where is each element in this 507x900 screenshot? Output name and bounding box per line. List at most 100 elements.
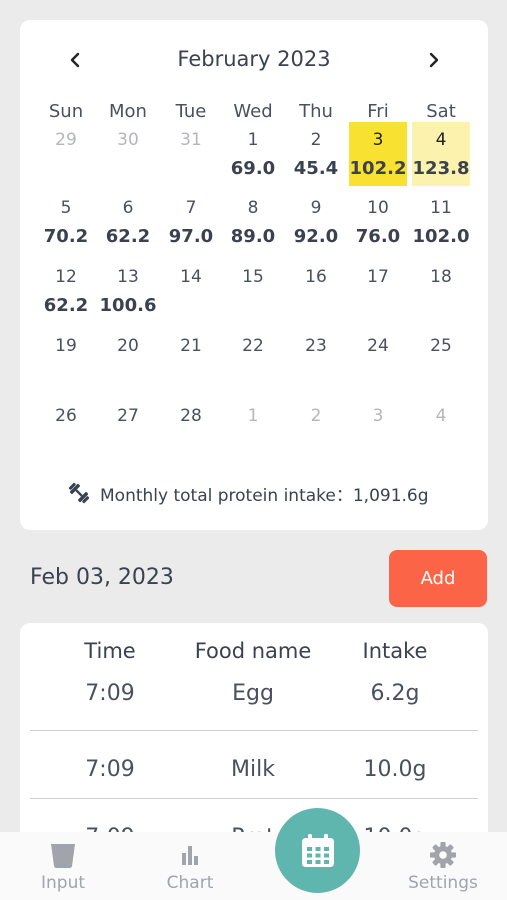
calendar-day[interactable]: 3 [349,398,407,462]
day-number: 28 [180,406,202,426]
row-time: 7:09 [85,757,135,783]
weekday-label: Thu [299,101,333,122]
day-number: 15 [242,267,264,287]
calendar-day[interactable]: 31 [162,122,220,186]
day-number: 22 [242,336,264,356]
calendar-fab[interactable] [275,808,360,893]
weekday-label: Fri [367,101,389,122]
header-food-name: Food name [194,639,312,663]
nav-input[interactable]: Input [8,832,118,900]
calendar-day[interactable]: 4 [412,398,470,462]
day-number: 29 [55,130,77,150]
calendar-day[interactable]: 16 [287,259,345,323]
row-time: 7:09 [85,681,135,707]
calendar-day[interactable]: 13 100.6 [99,259,157,323]
app-root: February 2023 Sun Mon Tue Wed Thu Fri Sat 29 30… [0,0,507,900]
nav-chart[interactable]: Chart [135,832,245,900]
nav-settings[interactable]: Settings [388,832,498,900]
log-row[interactable]: 7:09 Egg 6.2g [20,663,488,731]
calendar-day[interactable]: 11 102.0 [412,190,470,254]
day-number: 3 [372,130,384,150]
dumbbell-icon [68,482,90,504]
calendar-day[interactable]: 4 123.8 [412,122,470,186]
nav-input-label: Input [40,873,86,893]
day-number: 17 [367,267,389,287]
header-time: Time [84,639,136,663]
day-number: 12 [55,267,77,287]
calendar-day[interactable]: 20 [99,328,157,392]
calendar-day[interactable]: 1 69.0 [224,122,282,186]
calendar-day[interactable]: 21 [162,328,220,392]
day-protein-value: 123.8 [412,158,470,179]
calendar-day[interactable]: 2 [287,398,345,462]
calendar-day[interactable]: 1 [224,398,282,462]
calendar-day[interactable]: 26 [37,398,95,462]
weekday-label: Wed [233,101,273,122]
day-number: 30 [117,130,139,150]
calendar-day[interactable]: 2 45.4 [287,122,345,186]
monthly-total-text: Monthly total protein intake：1,091.6g [100,485,429,506]
day-number: 2 [310,406,322,426]
calendar-day[interactable]: 17 [349,259,407,323]
row-intake: 10.0g [363,757,427,783]
calendar-day[interactable]: 27 [99,398,157,462]
calendar-day[interactable]: 30 [99,122,157,186]
weekday-label: Sun [48,101,84,122]
calendar-day[interactable]: 14 [162,259,220,323]
bar-chart-icon [182,846,198,865]
day-number: 13 [117,267,139,287]
calendar-day[interactable]: 29 [37,122,95,186]
calendar-day[interactable]: 6 62.2 [99,190,157,254]
calendar-day[interactable]: 18 [412,259,470,323]
day-number: 27 [117,406,139,426]
log-row[interactable]: 7:09 Milk 10.0g [20,731,488,799]
day-number: 31 [180,130,202,150]
calendar-day[interactable]: 23 [287,328,345,392]
day-number: 4 [435,406,447,426]
next-month-button[interactable] [421,40,447,80]
nav-settings-label: Settings [408,873,478,893]
day-number: 24 [367,336,389,356]
cup-icon [51,844,75,868]
calendar-day[interactable]: 9 92.0 [287,190,345,254]
bottom-nav: Input Chart Settings [0,832,507,900]
header-intake: Intake [362,639,428,663]
calendar-day[interactable]: 12 62.2 [37,259,95,323]
day-number: 16 [305,267,327,287]
day-number: 18 [430,267,452,287]
weekday-label: Mon [109,101,147,122]
day-number: 2 [310,130,322,150]
day-number: 21 [180,336,202,356]
day-number: 20 [117,336,139,356]
day-number: 1 [247,130,259,150]
calendar-day[interactable]: 24 [349,328,407,392]
calendar-day[interactable]: 5 70.2 [37,190,95,254]
calendar-day[interactable]: 22 [224,328,282,392]
add-button[interactable]: Add [389,550,487,607]
weekday-label: Tue [175,101,207,122]
day-number: 25 [430,336,452,356]
calendar-day[interactable]: 15 [224,259,282,323]
day-number: 26 [55,406,77,426]
day-number: 1 [247,406,259,426]
monthly-total: Monthly total protein intake：1,091.6g [66,480,429,506]
calendar-day[interactable]: 19 [37,328,95,392]
day-protein-value: 102.0 [412,226,470,247]
calendar-day[interactable]: 28 [162,398,220,462]
calendar-day[interactable]: 25 [412,328,470,392]
nav-chart-label: Chart [166,873,214,893]
calendar-day[interactable]: 8 89.0 [224,190,282,254]
calendar-day[interactable]: 3 102.2 [349,122,407,186]
calendar-day[interactable]: 7 97.0 [162,190,220,254]
selected-date-title: Feb 03, 2023 [30,565,174,590]
day-number: 4 [435,130,447,150]
calendar-day[interactable]: 10 76.0 [349,190,407,254]
row-food: Milk [231,757,275,783]
day-number: 14 [180,267,202,287]
day-number: 9 [310,198,322,218]
day-number: 8 [247,198,259,218]
day-number: 6 [122,198,134,218]
day-protein-value: 100.6 [99,295,157,316]
day-number: 5 [60,198,72,218]
gear-icon [430,842,456,868]
